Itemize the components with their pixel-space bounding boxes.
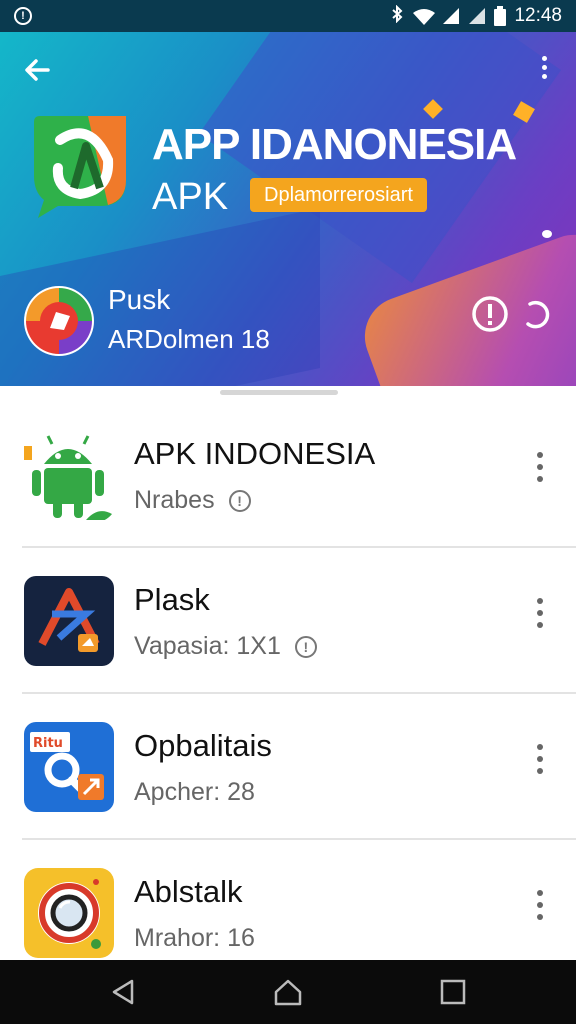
svg-text:Ritu: Ritu xyxy=(33,736,63,751)
app-subtitle: Nrabes ! xyxy=(134,486,251,515)
battery-icon xyxy=(494,6,507,26)
hero-badge[interactable]: Dplamorrerosiart xyxy=(250,178,427,212)
bluetooth-icon xyxy=(390,4,404,28)
refresh-icon[interactable] xyxy=(520,298,550,330)
arrow-left-icon xyxy=(25,59,50,81)
signal-icon xyxy=(442,7,460,25)
app-subtitle-text: Apcher: 28 xyxy=(134,778,255,806)
magnifier-app-icon: Ritu xyxy=(24,722,114,812)
featured-app-name: Pusk xyxy=(108,284,171,315)
sheet-drag-handle[interactable] xyxy=(220,390,338,395)
recents-square-icon[interactable] xyxy=(433,972,473,1012)
list-item[interactable]: Ritu Opbalitais Apcher: 28 xyxy=(0,694,576,840)
home-icon[interactable] xyxy=(268,972,308,1012)
hero-app-icon xyxy=(30,110,132,218)
more-options-button[interactable] xyxy=(530,744,550,784)
signal-icon-2 xyxy=(468,7,486,25)
overflow-menu-button[interactable] xyxy=(534,56,554,88)
a-logo-icon xyxy=(24,576,114,666)
more-options-button[interactable] xyxy=(530,890,550,930)
back-triangle-icon[interactable] xyxy=(103,972,143,1012)
hero-banner: APP IDANONESIA APK Dplamorrerosiart Pusk… xyxy=(0,32,576,386)
status-time: 12:48 xyxy=(514,5,562,26)
back-button[interactable] xyxy=(22,54,54,86)
list-item[interactable]: APK INDONESIA Nrabes ! xyxy=(0,402,576,548)
app-title: Plask xyxy=(134,582,210,617)
system-navigation-bar xyxy=(0,960,576,1024)
app-subtitle: Vapasia: 1X1 ! xyxy=(134,632,317,661)
app-subtitle: Apcher: 28 xyxy=(134,778,255,807)
featured-app-meta: ARDolmen 18 xyxy=(108,324,270,354)
android-robot-icon xyxy=(24,430,114,522)
info-icon[interactable]: ! xyxy=(294,635,317,658)
app-subtitle-text: Nrabes xyxy=(134,486,215,514)
alert-icon[interactable] xyxy=(470,294,510,334)
app-subtitle-text: Mrahor: 16 xyxy=(134,924,255,952)
app-subtitle: Mrahor: 16 xyxy=(134,924,255,953)
camera-lens-icon xyxy=(24,868,114,958)
info-icon[interactable]: ! xyxy=(228,489,251,512)
status-bar: ! 12:48 xyxy=(0,0,576,32)
hero-subtitle: APK xyxy=(152,176,229,218)
more-options-button[interactable] xyxy=(530,598,550,638)
app-title: Opbalitais xyxy=(134,728,272,763)
more-options-button[interactable] xyxy=(530,452,550,492)
wifi-icon xyxy=(412,8,436,25)
list-item[interactable]: Plask Vapasia: 1X1 ! xyxy=(0,548,576,694)
featured-app-icon[interactable] xyxy=(22,282,96,360)
app-subtitle-text: Vapasia: 1X1 xyxy=(134,632,281,660)
notification-icon: ! xyxy=(14,7,32,25)
app-title: APK INDONESIA xyxy=(134,436,376,471)
app-title: Ablstalk xyxy=(134,874,243,909)
hero-title: APP IDANONESIA xyxy=(152,120,517,169)
